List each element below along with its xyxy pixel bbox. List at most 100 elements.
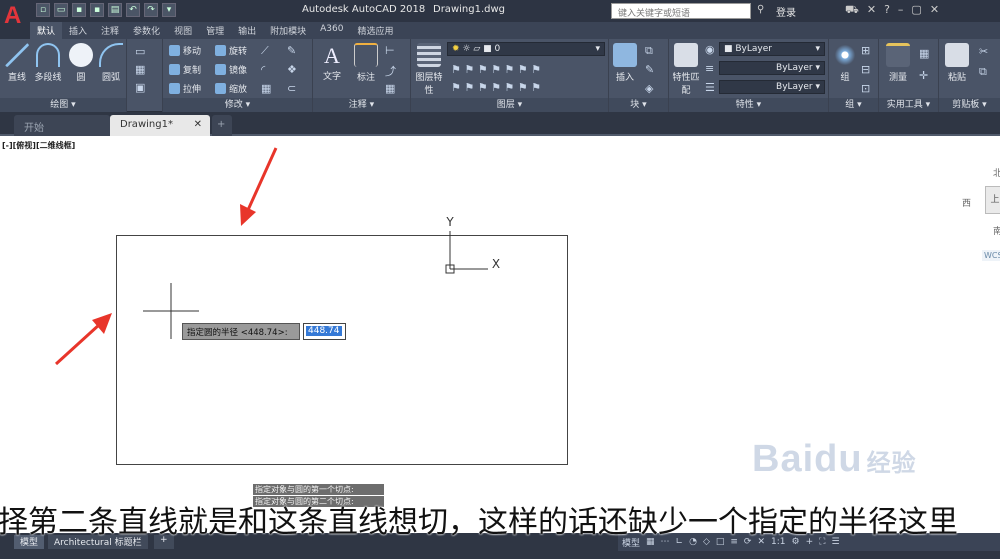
arc-button[interactable]: 圆弧 <box>96 43 126 83</box>
group-select-icon[interactable]: ⊡ <box>861 82 870 95</box>
paste-button[interactable]: 粘贴 <box>942 43 972 83</box>
utilities-panel-label[interactable]: 实用工具 ▾ <box>879 98 938 112</box>
help-icon[interactable]: ? <box>884 3 890 18</box>
tab-parametric[interactable]: 参数化 <box>126 22 167 39</box>
polyline-button[interactable]: 多段线 <box>32 43 64 83</box>
save-icon[interactable]: ▪ <box>72 3 86 17</box>
viewcube-west[interactable]: 西 <box>962 196 971 209</box>
color-wheel-icon[interactable]: ◉ <box>705 43 715 56</box>
tab-addins[interactable]: 附加模块 <box>263 22 313 39</box>
login-button[interactable]: 登录 <box>776 4 796 19</box>
group-button[interactable]: 组 <box>830 43 860 83</box>
quick-calc-icon[interactable]: ▦ <box>919 47 929 60</box>
layer-dropdown[interactable]: ✹ ☼ ▱ ■ 0 ▾ <box>447 42 605 56</box>
copy-button[interactable]: 复制 <box>169 63 201 76</box>
hatch-icon[interactable]: ▦ <box>135 63 145 76</box>
viewcube-top-face[interactable]: 上 <box>985 186 1000 214</box>
drawing-tab[interactable]: Drawing1* ✕ <box>110 115 210 136</box>
maximize-icon[interactable]: ▢ <box>911 3 921 18</box>
close-icon[interactable]: ✕ <box>930 3 939 18</box>
gradient-icon[interactable]: ▣ <box>135 81 145 94</box>
tab-manage[interactable]: 管理 <box>199 22 231 39</box>
trim-icon[interactable]: ⟋ <box>261 44 269 58</box>
tab-insert[interactable]: 插入 <box>62 22 94 39</box>
ungroup-icon[interactable]: ⊞ <box>861 44 870 57</box>
add-tab-button[interactable]: + <box>212 115 232 136</box>
tab-default[interactable]: 默认 <box>30 22 63 39</box>
cut-icon[interactable]: ✂ <box>979 45 988 58</box>
modify-panel-label[interactable]: 修改 ▾ <box>163 98 312 112</box>
minimize-icon[interactable]: – <box>898 3 904 18</box>
multileader-icon[interactable]: ⤴ <box>385 63 396 79</box>
app-logo-icon[interactable]: A <box>0 0 30 40</box>
circle-button[interactable]: 圆 <box>66 43 96 83</box>
start-tab[interactable]: 开始 <box>14 115 110 136</box>
text-button[interactable]: A 文字 <box>317 43 347 82</box>
radius-input[interactable]: 448.74 <box>303 323 346 340</box>
new-file-icon[interactable]: ▫ <box>36 3 50 17</box>
match-properties-button[interactable]: 特性匹配 <box>671 43 701 96</box>
viewcube-north[interactable]: 北 <box>993 166 1000 179</box>
arc-icon <box>99 43 123 67</box>
array-icon[interactable]: ▦ <box>261 82 271 95</box>
groups-panel-label[interactable]: 组 ▾ <box>829 98 878 112</box>
group-edit-icon[interactable]: ⊟ <box>861 63 870 76</box>
layer-properties-button[interactable]: 图层特性 <box>413 43 445 96</box>
insert-block-button[interactable]: 插入 <box>610 43 640 83</box>
layer-tool-icon[interactable]: ⚑ ⚑ ⚑ ⚑ ⚑ ⚑ ⚑ <box>451 63 541 76</box>
stretch-button[interactable]: 拉伸 <box>169 82 201 95</box>
mirror-button[interactable]: 镜像 <box>215 63 247 76</box>
properties-panel-label[interactable]: 特性 ▾ <box>669 98 828 112</box>
search-input[interactable]: 键入关键字或短语 <box>611 3 751 19</box>
tab-a360[interactable]: A360 <box>313 22 350 39</box>
clipboard-panel-label[interactable]: 剪贴板 ▾ <box>939 98 1000 112</box>
block-panel-label[interactable]: 块 ▾ <box>609 98 668 112</box>
undo-icon[interactable]: ↶ <box>126 3 140 17</box>
move-button[interactable]: 移动 <box>169 44 201 57</box>
create-block-icon[interactable]: ⧉ <box>645 44 653 58</box>
tab-view[interactable]: 视图 <box>167 22 199 39</box>
drawing-canvas[interactable]: [-][俯视][二维线框] Y X 指定圆的半径 <448.74>: 448.7… <box>0 138 1000 533</box>
edit-block-icon[interactable]: ✎ <box>645 63 654 76</box>
list-icon[interactable]: ☰ <box>705 81 715 94</box>
exchange-icon[interactable]: ✕ <box>867 3 876 18</box>
table-icon[interactable]: ▦ <box>385 82 395 95</box>
draw-panel-label[interactable]: 绘图 ▾ <box>0 98 126 112</box>
point-style-icon[interactable]: ✛ <box>919 69 928 82</box>
linetype-icon[interactable]: ≡ <box>705 62 714 75</box>
tab-annotate[interactable]: 注释 <box>94 22 126 39</box>
cart-icon[interactable]: ⛟ <box>845 3 859 18</box>
linetype-dropdown[interactable]: ByLayer ▾ <box>719 61 825 75</box>
plot-icon[interactable]: ▤ <box>108 3 122 17</box>
tab-featured-apps[interactable]: 精选应用 <box>350 22 400 39</box>
dimension-button[interactable]: 标注 <box>351 43 381 83</box>
tab-output[interactable]: 输出 <box>231 22 263 39</box>
open-file-icon[interactable]: ▭ <box>54 3 68 17</box>
rectangle-icon[interactable]: ▭ <box>135 45 145 58</box>
close-tab-icon[interactable]: ✕ <box>194 119 202 130</box>
layers-panel-label[interactable]: 图层 ▾ <box>411 98 608 112</box>
measure-button[interactable]: 测量 <box>883 43 913 83</box>
binoculars-icon[interactable]: ⚲ <box>757 4 764 15</box>
scale-button[interactable]: 缩放 <box>215 82 247 95</box>
copy-clip-icon[interactable]: ⧉ <box>979 65 987 79</box>
erase-icon[interactable]: ✎ <box>287 44 296 57</box>
lineweight-dropdown[interactable]: ByLayer ▾ <box>719 80 825 94</box>
annotation-panel-label[interactable]: 注释 ▾ <box>313 98 410 112</box>
workspace-icon[interactable]: ▾ <box>162 3 176 17</box>
viewcube-south[interactable]: 南 <box>993 224 1000 237</box>
save-as-icon[interactable]: ▪ <box>90 3 104 17</box>
line-button[interactable]: 直线 <box>2 43 32 83</box>
leader-icon[interactable]: ⊢ <box>385 44 395 57</box>
offset-icon[interactable]: ⊂ <box>287 82 296 95</box>
viewport-controls[interactable]: [-][俯视][二维线框] <box>2 140 75 151</box>
attribute-icon[interactable]: ◈ <box>645 82 653 95</box>
redo-icon[interactable]: ↷ <box>144 3 158 17</box>
wcs-menu[interactable]: WCS <box>982 250 1000 261</box>
rotate-button[interactable]: 旋转 <box>215 44 247 57</box>
color-dropdown[interactable]: ■ ByLayer ▾ <box>719 42 825 56</box>
group-icon <box>833 43 857 67</box>
explode-icon[interactable]: ❖ <box>287 63 297 76</box>
layer-tool-icon[interactable]: ⚑ ⚑ ⚑ ⚑ ⚑ ⚑ ⚑ <box>451 81 541 94</box>
fillet-icon[interactable]: ◜ <box>261 63 265 76</box>
